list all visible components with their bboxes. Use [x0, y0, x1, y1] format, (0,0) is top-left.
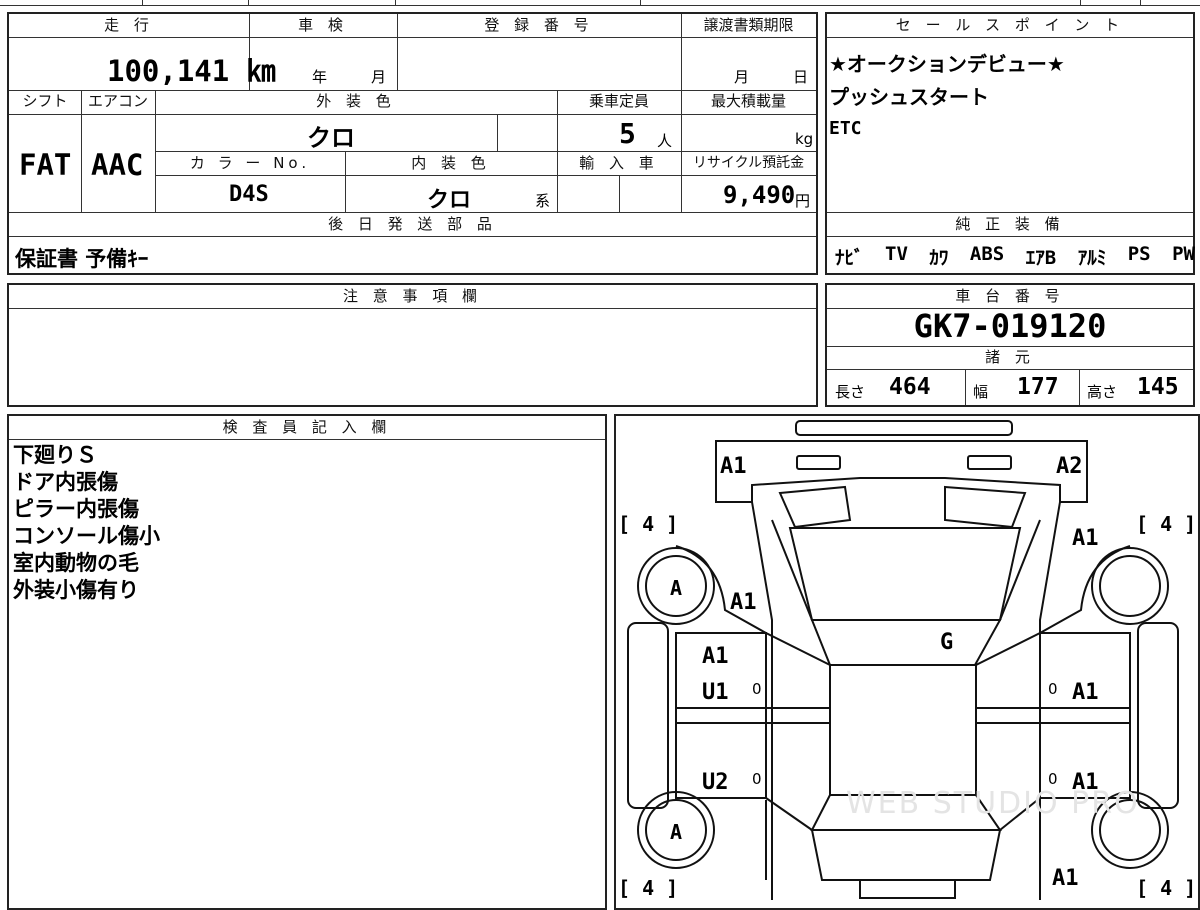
- mark-left-fender: A1: [730, 590, 757, 615]
- equip-ps: PS: [1127, 243, 1151, 265]
- equipment-label: 純 正 装 備: [955, 215, 1065, 233]
- shift-label: シフト: [22, 92, 68, 110]
- interior-color-value: クロ: [427, 188, 472, 213]
- mark-front-left: A1: [720, 454, 747, 479]
- height-label: 高さ: [1087, 383, 1118, 401]
- mark-right-rear-door: A1: [1072, 770, 1099, 795]
- dims-label: 諸 元: [985, 348, 1035, 366]
- equip-alloy: ｱﾙﾐ: [1077, 247, 1107, 269]
- capacity-value: 5: [619, 117, 636, 150]
- sales-points-box: セ ー ル ス ポ イ ン ト ★オークションデビュー★ プッシュスタート ET…: [825, 12, 1195, 275]
- mark-right-rear: A1: [1052, 866, 1079, 891]
- interior-color-label: 内 装 色: [411, 154, 491, 172]
- mileage-label: 走 行: [104, 16, 154, 34]
- width-value: 177: [1017, 374, 1059, 400]
- length-value: 464: [889, 374, 931, 400]
- shift-value: FAT: [19, 148, 72, 182]
- capacity-unit: 人: [657, 132, 673, 150]
- note-4: コンソール傷小: [13, 524, 160, 548]
- equip-pw: PW: [1172, 243, 1195, 265]
- height-value: 145: [1137, 374, 1179, 400]
- mark-right-front-door: A1: [1072, 680, 1099, 705]
- mark-zero-2: 0: [752, 770, 762, 788]
- note-6: 外装小傷有り: [13, 578, 139, 602]
- sales-point-line-3: ETC: [829, 118, 862, 139]
- width-label: 幅: [973, 383, 989, 401]
- sales-points-label: セ ー ル ス ポ イ ン ト: [895, 16, 1125, 34]
- wheel-front-left-mark: A: [670, 576, 683, 600]
- inspector-notes: 下廻りＳ ドア内張傷 ピラー内張傷 コンソール傷小 室内動物の毛 外装小傷有り: [13, 442, 160, 604]
- transfer-day-unit: 日: [793, 68, 809, 86]
- inspector-box: 検 査 員 記 入 欄 下廻りＳ ドア内張傷 ピラー内張傷 コンソール傷小 室内…: [7, 414, 607, 910]
- mark-roof: G: [940, 630, 954, 655]
- tread-rear-right: [ 4 ]: [1136, 876, 1197, 900]
- top-cropped-strip: [0, 0, 1200, 8]
- sales-point-line-1: ★オークションデビュー★: [829, 52, 1065, 76]
- chassis-label: 車 台 番 号: [955, 287, 1065, 305]
- mark-zero-1: 0: [752, 680, 762, 698]
- car-diagram-box: WEB STUDIO PRO [ 4 ] [ 4 ] [ 4 ] [ 4 ] A…: [614, 414, 1200, 910]
- mileage-value: 100,141 ㎞: [107, 54, 276, 88]
- recycle-label: リサイクル預託金: [692, 155, 805, 171]
- note-3: ピラー内張傷: [13, 497, 139, 521]
- capacity-label: 乗車定員: [588, 92, 649, 110]
- caution-label: 注 意 事 項 欄: [342, 287, 483, 305]
- shaken-year-unit: 年: [312, 68, 328, 86]
- tread-front-right: [ 4 ]: [1136, 512, 1197, 536]
- load-unit: kg: [795, 130, 814, 148]
- equip-leather: ｶﾜ: [929, 247, 949, 269]
- tread-front-left: [ 4 ]: [618, 512, 679, 536]
- length-label: 長さ: [835, 383, 866, 401]
- note-1: 下廻りＳ: [13, 443, 97, 467]
- mark-zero-3: 0: [1048, 680, 1058, 698]
- equip-tv: TV: [885, 243, 908, 265]
- chassis-number: GK7-019120: [913, 307, 1107, 345]
- mark-left-rear-door: U2: [702, 770, 729, 795]
- shaken-label: 車 検: [298, 16, 348, 34]
- mark-left-front-door-2: U1: [702, 680, 729, 705]
- transfer-deadline-label: 譲渡書類期限: [703, 16, 794, 34]
- mark-right-fender: A1: [1072, 526, 1099, 551]
- ac-label: エアコン: [87, 92, 148, 110]
- note-5: 室内動物の毛: [13, 551, 139, 575]
- chassis-box: 車 台 番 号 GK7-019120 諸 元 長さ 464 幅 177 高さ 1…: [825, 283, 1195, 407]
- transfer-month-unit: 月: [734, 68, 750, 86]
- later-parts-label: 後 日 発 送 部 品: [328, 215, 497, 233]
- exterior-color-value: クロ: [307, 124, 355, 152]
- caution-box: 注 意 事 項 欄: [7, 283, 818, 407]
- note-2: ドア内張傷: [13, 470, 118, 494]
- import-label: 輸 入 車: [579, 154, 659, 172]
- equip-navi: ﾅﾋﾞ: [835, 247, 864, 269]
- ac-value: AAC: [91, 148, 144, 182]
- equip-airbag: ｴｱB: [1025, 247, 1057, 269]
- later-parts-value: 保証書 予備ｷｰ: [15, 247, 149, 271]
- mark-left-front-door: A1: [702, 644, 729, 669]
- color-no-value: D4S: [229, 182, 269, 207]
- wheel-rear-left-mark: A: [670, 820, 683, 844]
- inspector-label: 検 査 員 記 入 欄: [222, 418, 392, 436]
- registration-label: 登 録 番 号: [484, 16, 594, 34]
- recycle-unit: 円: [795, 192, 811, 210]
- recycle-value: 9,490: [723, 181, 796, 209]
- mark-front-right: A2: [1056, 454, 1083, 479]
- equipment-list: ﾅﾋﾞ TV ｶﾜ ABS ｴｱB ｱﾙﾐ PS PW: [835, 243, 1195, 270]
- mark-zero-4: 0: [1048, 770, 1058, 788]
- max-load-label: 最大積載量: [710, 92, 786, 110]
- equip-abs: ABS: [969, 243, 1005, 265]
- sales-point-line-2: プッシュスタート: [829, 85, 989, 109]
- tread-rear-left: [ 4 ]: [618, 876, 679, 900]
- shaken-month-unit: 月: [371, 68, 387, 86]
- interior-suffix: 系: [535, 192, 551, 210]
- color-no-label: カ ラ ー No.: [189, 154, 311, 172]
- exterior-color-label: 外 装 色: [316, 92, 396, 110]
- vehicle-info-table: 走 行 車 検 登 録 番 号 譲渡書類期限 100,141 ㎞ 年 月 月 日…: [7, 12, 818, 275]
